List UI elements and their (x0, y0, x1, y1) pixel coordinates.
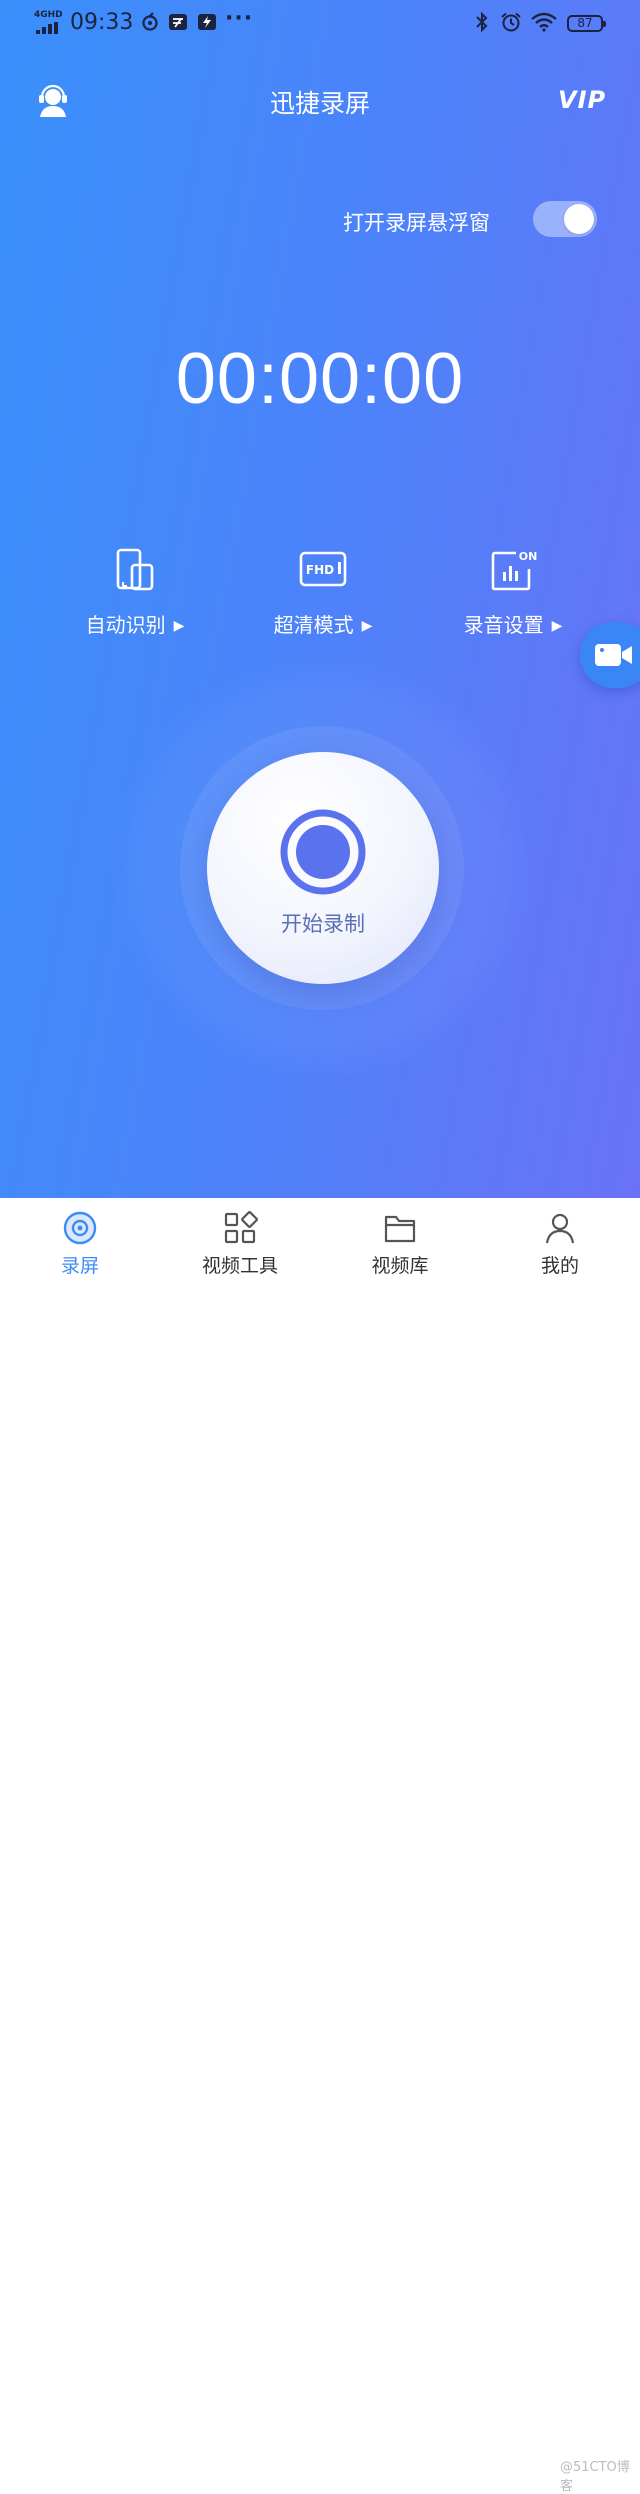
toggle-knob (564, 204, 594, 234)
triangle-right-icon: ▶ (551, 618, 563, 634)
floating-camera-button[interactable] (580, 622, 640, 688)
audio-settings-label: 录音设置 (463, 613, 544, 637)
tab-record[interactable]: 录屏 (0, 1198, 160, 1286)
triangle-right-icon: ▶ (173, 618, 185, 634)
float-window-toggle[interactable] (533, 201, 597, 237)
page-title: 迅捷录屏 (269, 89, 370, 118)
bottom-nav: 录屏 视频工具 视频库 我的 @51CTO博客 (0, 1198, 640, 2494)
tab-record-label: 录屏 (60, 1255, 99, 1277)
screen-orientation-icon (116, 548, 154, 591)
folder-icon (384, 1215, 416, 1243)
watermark: @51CTO博客 (560, 2460, 630, 2494)
alarm-icon (501, 12, 521, 32)
audio-on-icon: ON (491, 550, 538, 591)
triangle-right-icon: ▶ (361, 618, 373, 634)
flash-app-icon (198, 14, 216, 30)
bluetooth-icon (476, 12, 488, 32)
battery-indicator: 87 (567, 15, 606, 32)
tools-grid-icon (224, 1211, 258, 1244)
auto-detect-label: 自动识别 (85, 613, 166, 637)
auto-detect-option[interactable]: 自动识别 ▶ (45, 545, 225, 645)
netease-icon (142, 12, 158, 31)
user-icon (545, 1213, 575, 1244)
status-bar: 4GHD 09:33 ··· 87 (0, 0, 640, 50)
record-disc-icon (63, 1211, 97, 1245)
record-screen: 4GHD 09:33 ··· 87 迅捷录屏 VIP 打开录屏悬浮窗 00:00… (0, 0, 640, 1198)
audio-on-text: ON (519, 550, 538, 563)
vip-button[interactable]: VIP (558, 86, 606, 114)
hd-mode-option[interactable]: FHD 超清模式 ▶ (233, 545, 413, 645)
network-type: 4GHD (34, 10, 63, 20)
tab-video-tools[interactable]: 视频工具 (160, 1198, 320, 1286)
tab-mine[interactable]: 我的 (480, 1198, 640, 1286)
recording-timer: 00:00:00 (175, 339, 465, 419)
more-notifications-icon: ··· (225, 6, 254, 31)
wifi-icon (531, 12, 557, 32)
tab-video-tools-label: 视频工具 (201, 1255, 278, 1277)
tab-video-library-label: 视频库 (371, 1255, 429, 1277)
hd-mode-label: 超清模式 (273, 613, 354, 637)
start-record-label: 开始录制 (281, 912, 365, 936)
tab-video-library[interactable]: 视频库 (320, 1198, 480, 1286)
float-window-label: 打开录屏悬浮窗 (343, 211, 490, 235)
audio-settings-option[interactable]: ON 录音设置 ▶ (423, 545, 603, 645)
video-camera-icon (595, 644, 632, 666)
start-record-button[interactable]: 开始录制 (207, 752, 439, 984)
app-notification-icon (169, 14, 187, 30)
record-icon (280, 809, 366, 895)
fhd-icon: FHD (299, 551, 347, 587)
tab-mine-label: 我的 (540, 1255, 579, 1277)
fhd-text: FHD (306, 563, 334, 577)
clock: 09:33 (70, 10, 134, 35)
signal-icon (36, 22, 58, 34)
